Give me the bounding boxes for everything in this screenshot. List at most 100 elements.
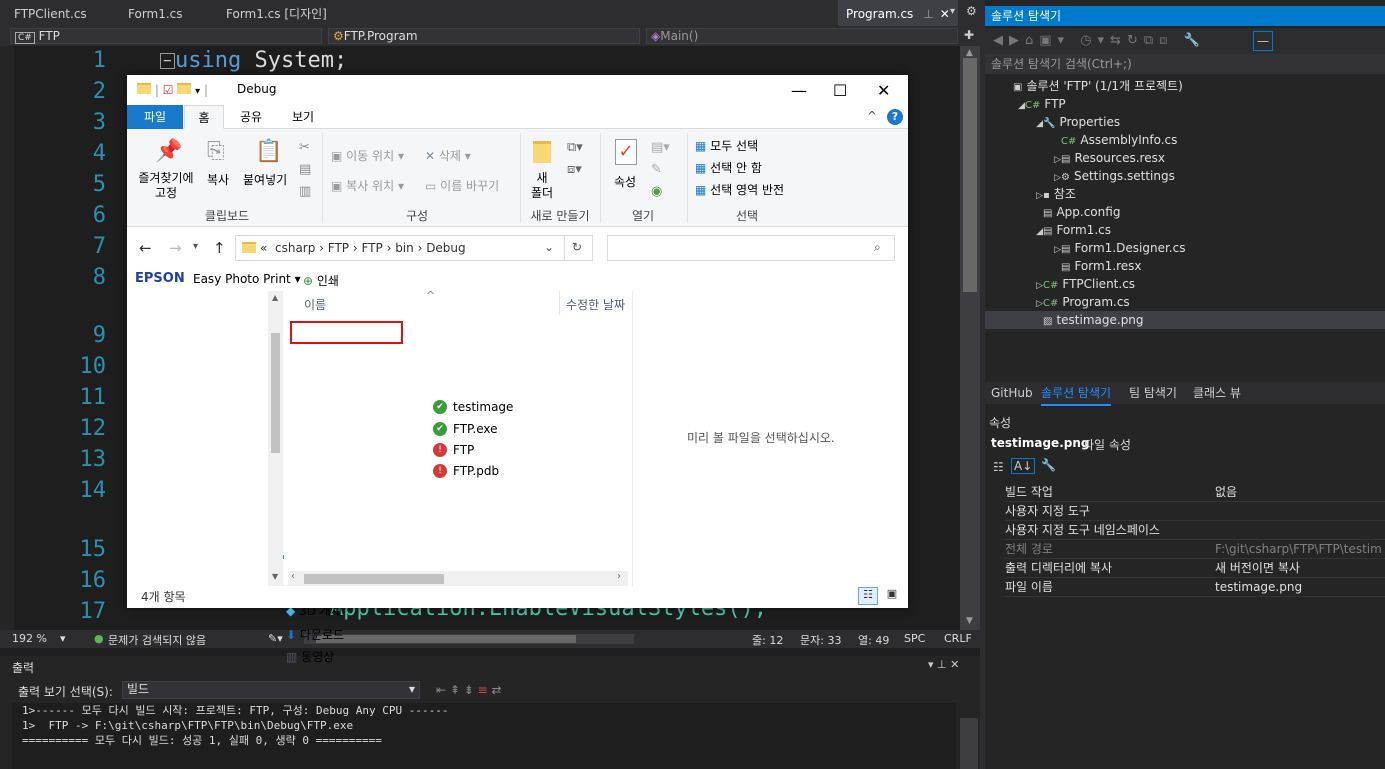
property-value[interactable]: 없음 bbox=[1215, 483, 1385, 502]
nav-item[interactable]: ▥ 동영상 bbox=[286, 645, 394, 669]
zoom-level[interactable]: 192 % bbox=[12, 632, 47, 645]
move-to-button[interactable]: ▣ 이동 위치 ▾ bbox=[331, 147, 404, 164]
wrench-icon[interactable]: 🔧 bbox=[1184, 33, 1206, 48]
tree-item[interactable]: ▤ Form1.resx bbox=[985, 257, 1385, 275]
tree-item[interactable]: ▷ ⚙ Settings.settings bbox=[985, 167, 1385, 185]
cut-copypath-shortcut-icons[interactable]: ✂ ▤ ▥ bbox=[299, 137, 311, 203]
tree-item[interactable]: ▷ ▤ Resources.resx bbox=[985, 149, 1385, 167]
ribbon-collapse-icon[interactable]: ^ bbox=[867, 109, 877, 123]
clear-all-icon[interactable]: ≡ bbox=[478, 683, 488, 697]
quick-access-toolbar[interactable]: | ☑ ▾ | bbox=[137, 83, 208, 97]
editor-scrollbar-thumb[interactable] bbox=[963, 58, 977, 292]
property-value[interactable]: 새 버전이면 복사 bbox=[1215, 559, 1385, 578]
property-row[interactable]: 전체 경로 F:\git\csharp\FTP\FTP\testim bbox=[1005, 540, 1385, 559]
print-button[interactable]: ⊕ 인쇄 bbox=[303, 272, 339, 289]
nav-scroll-down-icon[interactable]: ▼ bbox=[272, 572, 278, 581]
tree-item[interactable]: ▷ C# FTPClient.cs bbox=[985, 275, 1385, 293]
property-row[interactable]: 사용자 지정 도구 bbox=[1005, 502, 1385, 521]
tab-view[interactable]: 보기 bbox=[283, 105, 323, 129]
tab-team-explorer[interactable]: 팀 탐색기 bbox=[1129, 382, 1177, 404]
nav-item[interactable]: ⬇ 다운로드 bbox=[286, 623, 394, 647]
wrench-icon[interactable]: 🔧 bbox=[1041, 458, 1056, 472]
tab-form1[interactable]: Form1.cs bbox=[128, 0, 183, 26]
tab-ftpclient[interactable]: FTPClient.cs bbox=[14, 0, 87, 26]
select-all-button[interactable]: ▦ 모두 선택 bbox=[695, 137, 758, 154]
paste-button[interactable]: 붙여넣기 bbox=[243, 171, 287, 188]
property-value[interactable] bbox=[1215, 502, 1385, 521]
tree-item[interactable]: ▤ App.config bbox=[985, 203, 1385, 221]
tree-item[interactable]: ◢ C# FTP bbox=[985, 95, 1385, 113]
tree-item[interactable]: ◢ ▤ Form1.cs bbox=[985, 221, 1385, 239]
close-icon[interactable]: ✕ bbox=[877, 81, 890, 100]
class-dropdown[interactable]: ⚙FTP.Program bbox=[328, 28, 640, 44]
column-header-date[interactable]: 수정한 날짜 bbox=[566, 296, 625, 313]
output-panel-controls-icon[interactable]: ▾ ⊥ ✕ bbox=[928, 658, 959, 671]
property-row[interactable]: 출력 디렉터리에 복사 새 버전이면 복사 bbox=[1005, 559, 1385, 578]
pin-to-quick-access-button[interactable]: 즐겨찾기에 고정 bbox=[135, 171, 197, 201]
output-text[interactable]: 1>------ 모두 다시 빌드 시작: 프로젝트: FTP, 구성: Deb… bbox=[12, 703, 956, 769]
tab-share[interactable]: 공유 bbox=[231, 105, 271, 129]
output-scrollbar[interactable] bbox=[960, 718, 978, 769]
copy-button[interactable]: 복사 bbox=[207, 171, 229, 188]
nav-scroll-up-icon[interactable]: ▲ bbox=[272, 293, 278, 302]
breadcrumb-item[interactable]: Debug bbox=[426, 241, 465, 255]
property-row[interactable]: 빌드 작업 없음 bbox=[1005, 483, 1385, 502]
breadcrumb-item[interactable]: FTP bbox=[328, 241, 349, 255]
address-dropdown-icon[interactable]: ⌄ bbox=[544, 240, 554, 254]
delete-button[interactable]: ✕ 삭제 ▾ bbox=[425, 147, 471, 164]
minimize-icon[interactable]: — bbox=[791, 81, 807, 100]
tab-github[interactable]: GitHub bbox=[991, 382, 1033, 404]
brush-icon[interactable]: ✎▾ bbox=[268, 632, 283, 645]
back-arrow-icon[interactable]: ← bbox=[139, 239, 152, 257]
address-bar[interactable]: « csharp › FTP › FTP › bin › Debug ⌄ ↻ bbox=[235, 235, 593, 261]
settings-gear-icon[interactable]: ⚙ bbox=[966, 4, 977, 18]
tab-overflow-icon[interactable]: ▾ bbox=[950, 6, 955, 17]
categorized-icon[interactable]: ☷ bbox=[993, 460, 1004, 474]
hscroll-right-icon[interactable]: › bbox=[617, 571, 621, 582]
explorer-title-bar[interactable]: | ☑ ▾ | Debug — ☐ ✕ bbox=[127, 75, 908, 105]
code-line-1[interactable]: − using System; bbox=[160, 50, 347, 72]
toolbar-icons[interactable]: ◀▶⌂▣▾ ◷▾⇆↻⧉⧈ 🔧 bbox=[993, 33, 1206, 48]
details-view-icon[interactable]: ☷ bbox=[858, 587, 878, 605]
search-input[interactable]: ⌕ bbox=[607, 235, 895, 261]
problems-status[interactable]: 문제가 검색되지 않음 bbox=[108, 632, 206, 648]
split-icon[interactable]: ✚ bbox=[964, 28, 974, 42]
maximize-icon[interactable]: ☐ bbox=[833, 81, 847, 100]
new-folder-icon[interactable] bbox=[177, 83, 192, 94]
properties-button[interactable]: 속성 bbox=[614, 173, 636, 190]
close-icon[interactable]: ✕ bbox=[940, 7, 950, 21]
properties-check-icon[interactable]: ☑ bbox=[163, 83, 174, 97]
recent-dropdown-icon[interactable]: ▾ bbox=[193, 241, 198, 252]
tree-item[interactable]: C# AssemblyInfo.cs bbox=[985, 131, 1385, 149]
customize-dropdown-icon[interactable]: ▾ bbox=[195, 86, 200, 97]
property-value[interactable] bbox=[1215, 521, 1385, 540]
new-item-easy-access-icons[interactable]: ⧉▾ ⧈▾ bbox=[567, 137, 583, 181]
property-row[interactable]: 사용자 지정 도구 네임스페이스 bbox=[1005, 521, 1385, 540]
tree-item[interactable]: ▷ ▪ 참조 bbox=[985, 185, 1385, 203]
solution-search-input[interactable]: 솔루션 탐색기 검색(Ctrl+;) bbox=[985, 54, 1385, 74]
project-dropdown[interactable]: C# FTP bbox=[10, 28, 322, 44]
rename-button[interactable]: ▭ 이름 바꾸기 bbox=[425, 177, 499, 194]
help-icon[interactable]: ? bbox=[887, 109, 903, 125]
collapse-icon[interactable]: − bbox=[160, 53, 175, 69]
property-value[interactable]: F:\git\csharp\FTP\FTP\testim bbox=[1215, 540, 1385, 559]
output-toolbar-icons[interactable]: ⇤ ⇞ ⇟ ≡ ⇄ bbox=[436, 683, 502, 697]
tab-class-view[interactable]: 클래스 뷰 bbox=[1193, 382, 1241, 404]
breadcrumb-overflow[interactable]: « bbox=[260, 241, 267, 255]
tab-solution-explorer[interactable]: 솔루션 탐색기 bbox=[1041, 382, 1112, 406]
pin-icon[interactable]: ⊥ bbox=[923, 7, 933, 21]
filelist-hscrollbar-thumb[interactable] bbox=[304, 574, 444, 584]
breadcrumb-item[interactable]: FTP bbox=[361, 241, 382, 255]
pin-toggle-icon[interactable]: — bbox=[1253, 31, 1273, 51]
tab-home[interactable]: 홈 bbox=[184, 105, 224, 129]
scroll-up-arrow-icon[interactable]: ▲ bbox=[966, 48, 973, 58]
tab-form1-designer[interactable]: Form1.cs [디자인] bbox=[226, 0, 327, 26]
tree-item[interactable]: ▷ C# Program.cs bbox=[985, 293, 1385, 311]
column-header-name[interactable]: 이름 bbox=[304, 296, 326, 313]
tab-file[interactable]: 파일 bbox=[127, 105, 183, 129]
open-edit-history-icons[interactable]: ▤▾ ✎ ◉ bbox=[651, 137, 670, 203]
tree-item[interactable]: ▷ ▤ Form1.Designer.cs bbox=[985, 239, 1385, 257]
alphabetical-icon[interactable]: A↓ bbox=[1011, 458, 1036, 474]
new-folder-button[interactable]: 새 폴더 bbox=[529, 171, 555, 201]
property-value[interactable]: testimage.png bbox=[1215, 578, 1385, 597]
